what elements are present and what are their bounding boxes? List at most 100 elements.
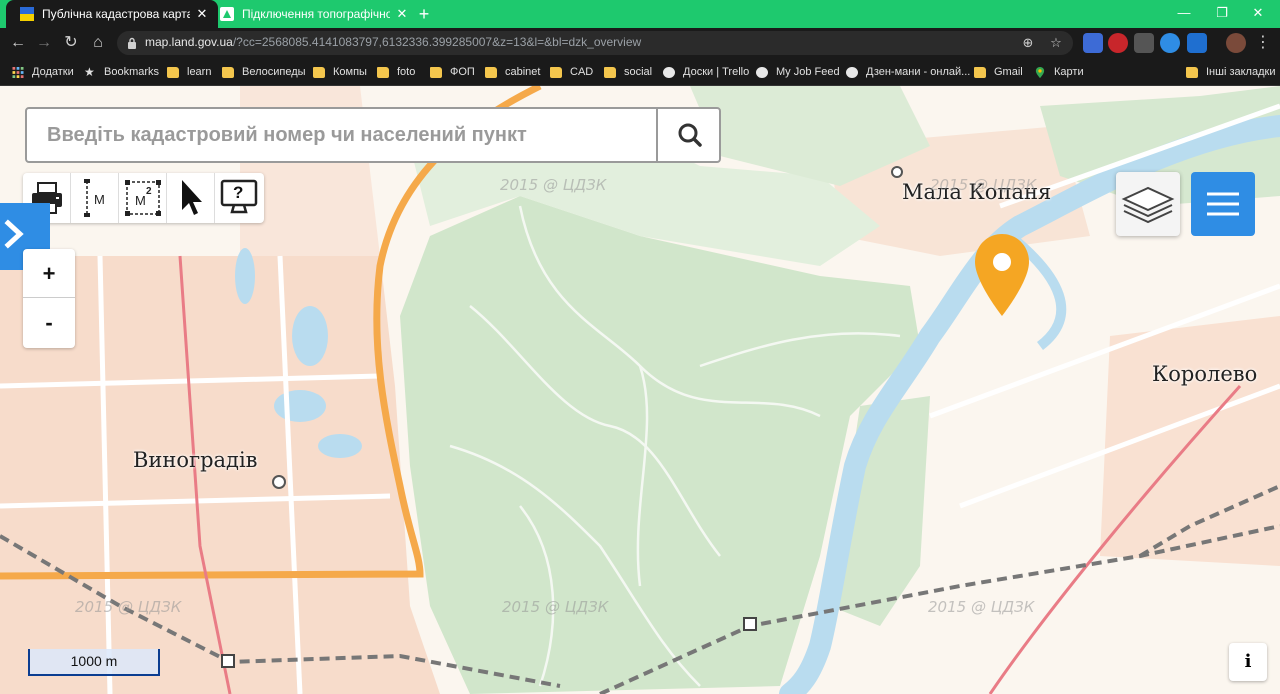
tab-cadastral-map[interactable]: Публічна кадастрова карта України ✕ <box>6 0 218 28</box>
folder-icon <box>222 66 234 78</box>
forward-button[interactable]: → <box>33 32 55 54</box>
location-pin-icon <box>975 234 1029 316</box>
search-input[interactable] <box>27 109 655 161</box>
bookmark-label: Gmail <box>994 66 1023 78</box>
folder-icon <box>974 66 986 78</box>
bookmarks-bar: Додатки ★ Bookmarks learn Велосипеды Комп… <box>0 58 1280 86</box>
bookmark-gmail[interactable]: Gmail <box>974 64 1023 80</box>
zoom-out-button[interactable]: - <box>23 298 75 347</box>
maps-icon <box>1035 66 1045 78</box>
bookmark-maps[interactable]: Карти <box>1034 64 1084 80</box>
watermark: 2015 @ ЦДЗК <box>928 598 1035 616</box>
translate-extension-icon[interactable] <box>1083 33 1103 53</box>
site-logo-icon <box>220 7 234 21</box>
bookmark-foto[interactable]: foto <box>377 64 415 80</box>
reader-extension-icon[interactable] <box>1134 33 1154 53</box>
bookmark-label: Компы <box>333 66 367 78</box>
pond <box>274 390 326 422</box>
watermark: 2015 @ ЦДЗК <box>75 598 182 616</box>
bookmark-label: ФОП <box>450 66 475 78</box>
pond <box>318 434 362 458</box>
bookmark-bookmarks[interactable]: ★ Bookmarks <box>84 64 159 80</box>
adblock-extension-icon[interactable] <box>1108 33 1128 53</box>
map-canvas[interactable]: Виноградів Мала Копаня Королево 2015 @ Ц… <box>0 86 1280 694</box>
search-box <box>25 107 721 163</box>
bookmark-cabinet[interactable]: cabinet <box>485 64 540 80</box>
zoom-in-button[interactable]: + <box>23 249 75 298</box>
folder-icon <box>604 66 616 78</box>
bookmark-learn[interactable]: learn <box>167 64 211 80</box>
bookmark-label: My Job Feed <box>776 66 840 78</box>
close-tab-icon[interactable]: ✕ <box>394 6 410 22</box>
bookmark-label: Bookmarks <box>104 66 160 78</box>
bookmark-label: cabinet <box>505 66 541 78</box>
back-button[interactable]: ← <box>7 32 29 54</box>
chrome-menu-icon[interactable]: ⋮ <box>1252 32 1274 54</box>
main-menu-button[interactable] <box>1191 172 1255 236</box>
measure-distance-button[interactable]: M <box>71 173 119 223</box>
bookmark-label: social <box>624 66 653 78</box>
dashlane-extension-icon[interactable] <box>1160 33 1180 53</box>
tab-title: Підключення топографічної карти <box>242 7 390 21</box>
calendar-extension-icon[interactable] <box>1187 33 1207 53</box>
railway-station <box>221 654 235 668</box>
measure-area-superscript: 2 <box>146 186 152 197</box>
new-tab-button[interactable]: + <box>414 4 434 24</box>
url-host: map.land.gov.ua <box>145 35 233 49</box>
bookmark-kompy[interactable]: Компы <box>313 64 367 80</box>
bookmark-apps[interactable]: Додатки <box>12 64 74 80</box>
watermark: 2015 @ ЦДЗК <box>500 176 607 194</box>
bookmark-star-icon[interactable]: ☆ <box>1047 34 1065 52</box>
reload-button[interactable]: ↻ <box>60 32 82 54</box>
object-info-button[interactable]: ? <box>215 173 263 223</box>
bookmark-job-feed[interactable]: My Job Feed <box>756 64 840 80</box>
village-center-marker <box>891 166 903 178</box>
bookmark-cad[interactable]: CAD <box>550 64 593 80</box>
bookmark-label: learn <box>187 66 212 78</box>
layers-button[interactable] <box>1116 172 1180 236</box>
bookmark-velosypedy[interactable]: Велосипеды <box>222 64 306 80</box>
measure-area-button[interactable]: M 2 <box>119 173 167 223</box>
folder-icon <box>485 66 497 78</box>
bookmark-fop[interactable]: ФОП <box>430 64 475 80</box>
bookmark-label: Карти <box>1054 66 1084 78</box>
measure-distance-label: M <box>94 192 105 207</box>
town-center-marker <box>272 475 286 489</box>
url-text: map.land.gov.ua/?cc=2568085.4141083797,6… <box>145 35 641 49</box>
zoom-page-icon[interactable]: ⊕ <box>1019 34 1037 52</box>
folder-icon <box>377 66 389 78</box>
bookmark-label: foto <box>397 66 416 78</box>
select-button[interactable] <box>167 173 215 223</box>
search-icon <box>678 123 702 147</box>
address-bar[interactable]: map.land.gov.ua/?cc=2568085.4141083797,6… <box>117 31 1073 55</box>
search-button[interactable] <box>656 109 719 161</box>
place-label-korolevo: Королево <box>1152 362 1258 386</box>
tab-topographic[interactable]: Підключення топографічної карти ✕ <box>206 0 418 28</box>
bookmark-label: Велосипеды <box>242 66 306 78</box>
browser-chrome: Публічна кадастрова карта України ✕ Підк… <box>0 0 1280 86</box>
tab-strip: Публічна кадастрова карта України ✕ Підк… <box>0 0 1280 28</box>
bookmark-label: Інші закладки <box>1206 66 1276 78</box>
folder-icon <box>550 66 562 78</box>
bookmark-trello[interactable]: Доски | Trello <box>663 64 749 80</box>
place-label-vynohradiv: Виноградів <box>133 448 258 472</box>
home-icon[interactable]: ⌂ <box>87 32 109 54</box>
url-path: /?cc=2568085.4141083797,6132336.39928500… <box>232 35 642 49</box>
pond <box>235 248 255 304</box>
browser-toolbar: ← → ↻ ⌂ map.land.gov.ua/?cc=2568085.4141… <box>0 28 1280 58</box>
railway-station <box>743 617 757 631</box>
zoom-controls: + - <box>23 249 75 348</box>
bookmark-dzen-many[interactable]: Дзен-мани - онлай... <box>846 64 970 80</box>
profile-avatar[interactable] <box>1226 33 1246 53</box>
folder-icon <box>430 66 442 78</box>
watermark: 2015 @ ЦДЗК <box>930 176 1037 194</box>
globe-icon <box>663 66 675 78</box>
watermark: 2015 @ ЦДЗК <box>502 598 609 616</box>
bookmark-label: Дзен-мани - онлай... <box>866 66 971 78</box>
star-icon: ★ <box>84 64 95 79</box>
bookmark-social[interactable]: social <box>604 64 652 80</box>
other-bookmarks[interactable]: Інші закладки <box>1186 64 1275 80</box>
close-window-button[interactable]: ✕ <box>1236 0 1280 28</box>
measure-area-label: M <box>135 193 146 208</box>
info-button[interactable]: i <box>1229 643 1267 681</box>
